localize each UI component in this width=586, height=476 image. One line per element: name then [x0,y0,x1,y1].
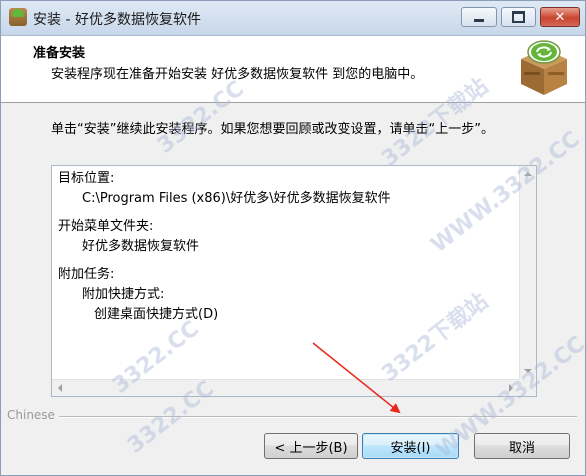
page-subtitle: 安装程序现在准备开始安装 好优多数据恢复软件 到您的电脑中。 [51,67,424,82]
brand-label: Chinese [7,408,55,422]
vertical-scrollbar[interactable] [519,166,536,379]
footer-divider [59,416,577,418]
app-icon [9,8,27,26]
install-button[interactable]: 安装(I) [362,433,459,459]
page-title: 准备安装 [33,46,86,61]
wizard-header: 准备安装 安装程序现在准备开始安装 好优多数据恢复软件 到您的电脑中。 [1,36,585,103]
memo-content: 目标位置: C:\Program Files (x86)\好优多\好优多数据恢复… [58,169,513,325]
maximize-button[interactable] [501,7,536,27]
scrollbar-corner [519,379,536,396]
cancel-button[interactable]: 取消 [474,433,570,459]
scroll-up-icon[interactable] [524,172,532,176]
maximize-icon [512,11,525,23]
package-box-icon [521,40,567,95]
shortcut-item: 创建桌面快捷方式(D) [94,307,219,322]
scroll-left-icon[interactable] [58,384,62,392]
startmenu-value: 好优多数据恢复软件 [82,239,200,254]
tasks-label: 附加任务: [58,267,115,282]
minimize-button[interactable] [461,7,497,27]
back-button[interactable]: < 上一步(B) [264,433,358,459]
title-bar[interactable]: 安装 - 好优多数据恢复软件 ✕ [1,1,585,36]
installer-window: 安装 - 好优多数据恢复软件 ✕ 准备安装 安装程序现在准备开始安装 好优多数据… [0,0,586,476]
window-title: 安装 - 好优多数据恢复软件 [33,12,201,28]
dest-label: 目标位置: [58,171,115,186]
startmenu-label: 开始菜单文件夹: [58,219,154,234]
close-button[interactable]: ✕ [540,7,580,27]
shortcut-group: 附加快捷方式: [82,287,165,302]
minimize-icon [474,18,484,22]
instruction-text: 单击“安装”继续此安装程序。如果您想要回顾或改变设置，请单击“上一步”。 [51,122,494,137]
scroll-right-icon[interactable] [509,384,513,392]
horizontal-scrollbar[interactable] [52,379,519,396]
ready-memo[interactable]: 目标位置: C:\Program Files (x86)\好优多\好优多数据恢复… [51,165,537,397]
close-icon: ✕ [554,9,566,25]
scroll-down-icon[interactable] [524,369,532,373]
dest-value: C:\Program Files (x86)\好优多\好优多数据恢复软件 [82,191,391,206]
